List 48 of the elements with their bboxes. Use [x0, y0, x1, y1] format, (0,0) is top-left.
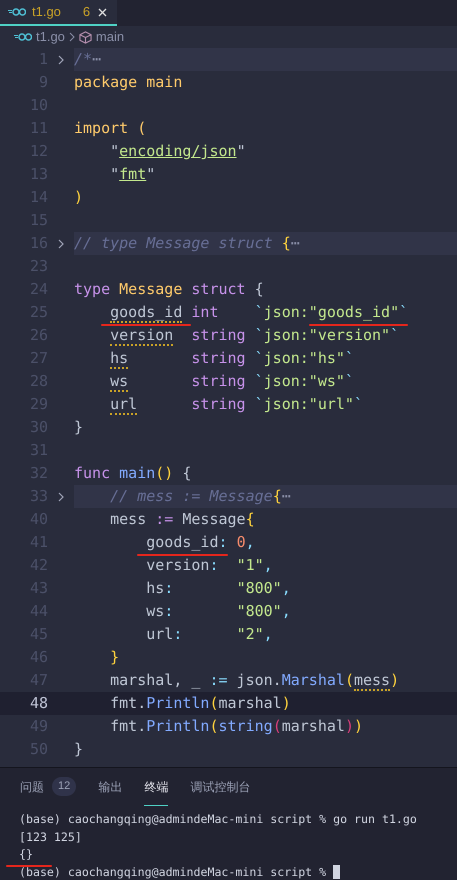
code-line: goods_id int `json:"goods_id"` — [109, 302, 410, 324]
file-icon — [8, 8, 26, 16]
code-line: } — [74, 739, 84, 760]
line-number: 48 — [28, 693, 48, 714]
code-line: ws: "800", — [145, 601, 292, 622]
terminal-line: {} — [19, 846, 33, 864]
terminal-cursor — [333, 865, 340, 880]
fold-chevron-icon[interactable] — [58, 54, 64, 64]
panel-tab[interactable]: 输出 — [98, 768, 122, 806]
terminal-line: (base) caochangqing@admindeMac-mini script % go run t1.go — [19, 811, 417, 828]
close-icon[interactable] — [98, 8, 108, 16]
code-line: url string `json:"url"` — [109, 394, 364, 416]
code-line: fmt.Println(marshal) — [109, 693, 292, 714]
code-line: hs: "800", — [145, 578, 292, 600]
code-line: marshal, _ := json.Marshal(mess) — [109, 670, 400, 692]
code-line: package main — [74, 72, 184, 94]
code-line: ) — [74, 187, 84, 208]
panel-tab[interactable]: 调试控制台 — [190, 768, 250, 806]
problem-count: 6 — [82, 3, 90, 22]
panel-tab[interactable]: 问题 12 — [20, 768, 76, 806]
code-line: } — [109, 647, 120, 668]
code-line: func main() { — [74, 463, 192, 484]
fold-chevron-icon[interactable] — [58, 492, 64, 502]
code-line: ws string `json:"ws"` — [109, 371, 355, 392]
panel-tab[interactable]: 终端 — [144, 768, 168, 806]
fold-chevron-icon[interactable] — [58, 238, 64, 248]
code-line: "encoding/json" — [109, 141, 247, 162]
tab-title: t1.go — [32, 3, 61, 22]
chevron-icon — [68, 32, 75, 42]
code-line: url: "2", — [145, 624, 274, 646]
terminal-line: [123 125] — [19, 828, 82, 846]
code-line: hs string `json:"hs"` — [109, 348, 355, 370]
file-icon — [14, 33, 32, 41]
code-line: import ( — [74, 118, 148, 140]
code-line: } — [74, 417, 84, 438]
terminal-line: (base) caochangqing@admindeMac-mini script % — [19, 864, 326, 880]
code-line: type Message struct { — [74, 279, 265, 300]
breadcrumb-symbol[interactable]: main — [78, 27, 124, 47]
code-line: "fmt" — [109, 164, 156, 186]
editor-tab[interactable]: t1.go 6 — [0, 0, 118, 26]
code-line: version: "1", — [145, 555, 274, 576]
breadcrumb-file[interactable]: t1.go — [14, 27, 65, 47]
cube-icon — [78, 30, 92, 44]
code-line: version string `json:"version"` — [109, 325, 400, 346]
code-line: mess := Message{ — [109, 509, 256, 530]
code-line: fmt.Println(string(marshal)) — [109, 716, 364, 738]
code-line: goods_id: 0, — [145, 532, 256, 554]
count-badge: 12 — [52, 777, 76, 796]
